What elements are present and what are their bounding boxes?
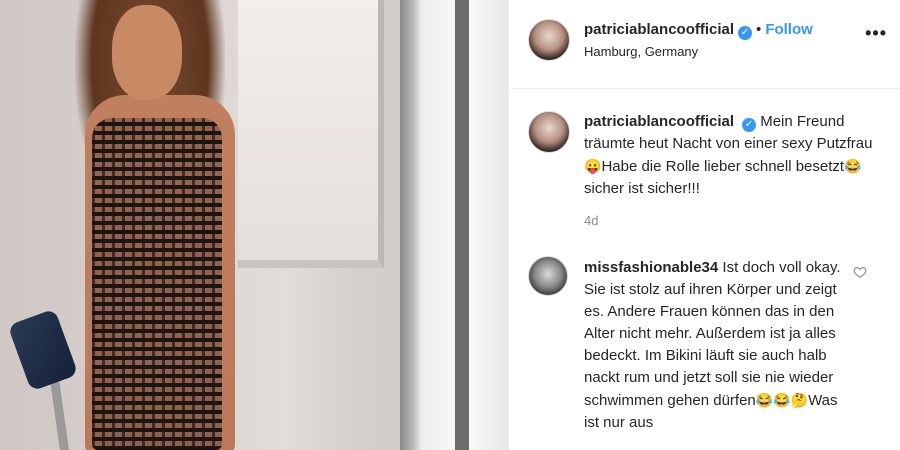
verified-badge-icon: ✓	[738, 26, 753, 40]
person-outfit	[92, 118, 222, 450]
door	[400, 0, 508, 450]
comment-username[interactable]: missfashionable34	[584, 259, 718, 276]
post-photo[interactable]	[0, 0, 508, 450]
caption: patriciablancoofficial ✓ Mein Freund träu…	[584, 111, 884, 200]
door-edge	[455, 0, 469, 450]
post-header: patriciablancoofficial ✓ • Follow Hamburg, …	[509, 0, 900, 89]
heart-icon[interactable]	[853, 265, 867, 279]
follow-button[interactable]: Follow	[765, 21, 813, 38]
tongue-emoji: 😛	[584, 158, 602, 174]
verified-badge-icon: ✓	[742, 118, 757, 132]
comment-emojis: 😂😂🤔	[755, 392, 809, 408]
person-face	[112, 5, 182, 100]
vacuum-cleaner	[7, 308, 79, 392]
caption-username[interactable]: patriciablancoofficial	[584, 113, 734, 130]
comment: missfashionable34 Ist doch voll okay. Si…	[584, 257, 854, 434]
laughing-emoji: 😂	[844, 158, 862, 174]
more-options-icon[interactable]: •••	[865, 24, 887, 42]
comment-text-1: Ist doch voll okay. Sie ist stolz auf ih…	[584, 259, 841, 409]
caption-text-3: sicher ist sicher!!!	[584, 180, 700, 197]
username-link[interactable]: patriciablancoofficial	[584, 21, 734, 38]
header-line: patriciablancoofficial ✓ • Follow	[584, 21, 813, 40]
separator-dot: •	[756, 21, 762, 38]
post-sidebar: patriciablancoofficial ✓ • Follow Hamburg, …	[508, 0, 900, 450]
caption-text-2: Habe die Rolle lieber schnell besetzt	[601, 158, 845, 175]
commenter-avatar[interactable]	[528, 256, 568, 296]
wall-frame	[238, 0, 384, 268]
avatar[interactable]	[528, 19, 570, 61]
caption-avatar[interactable]	[528, 111, 570, 153]
location-link[interactable]: Hamburg, Germany	[584, 44, 698, 59]
post-timestamp[interactable]: 4d	[584, 213, 598, 228]
